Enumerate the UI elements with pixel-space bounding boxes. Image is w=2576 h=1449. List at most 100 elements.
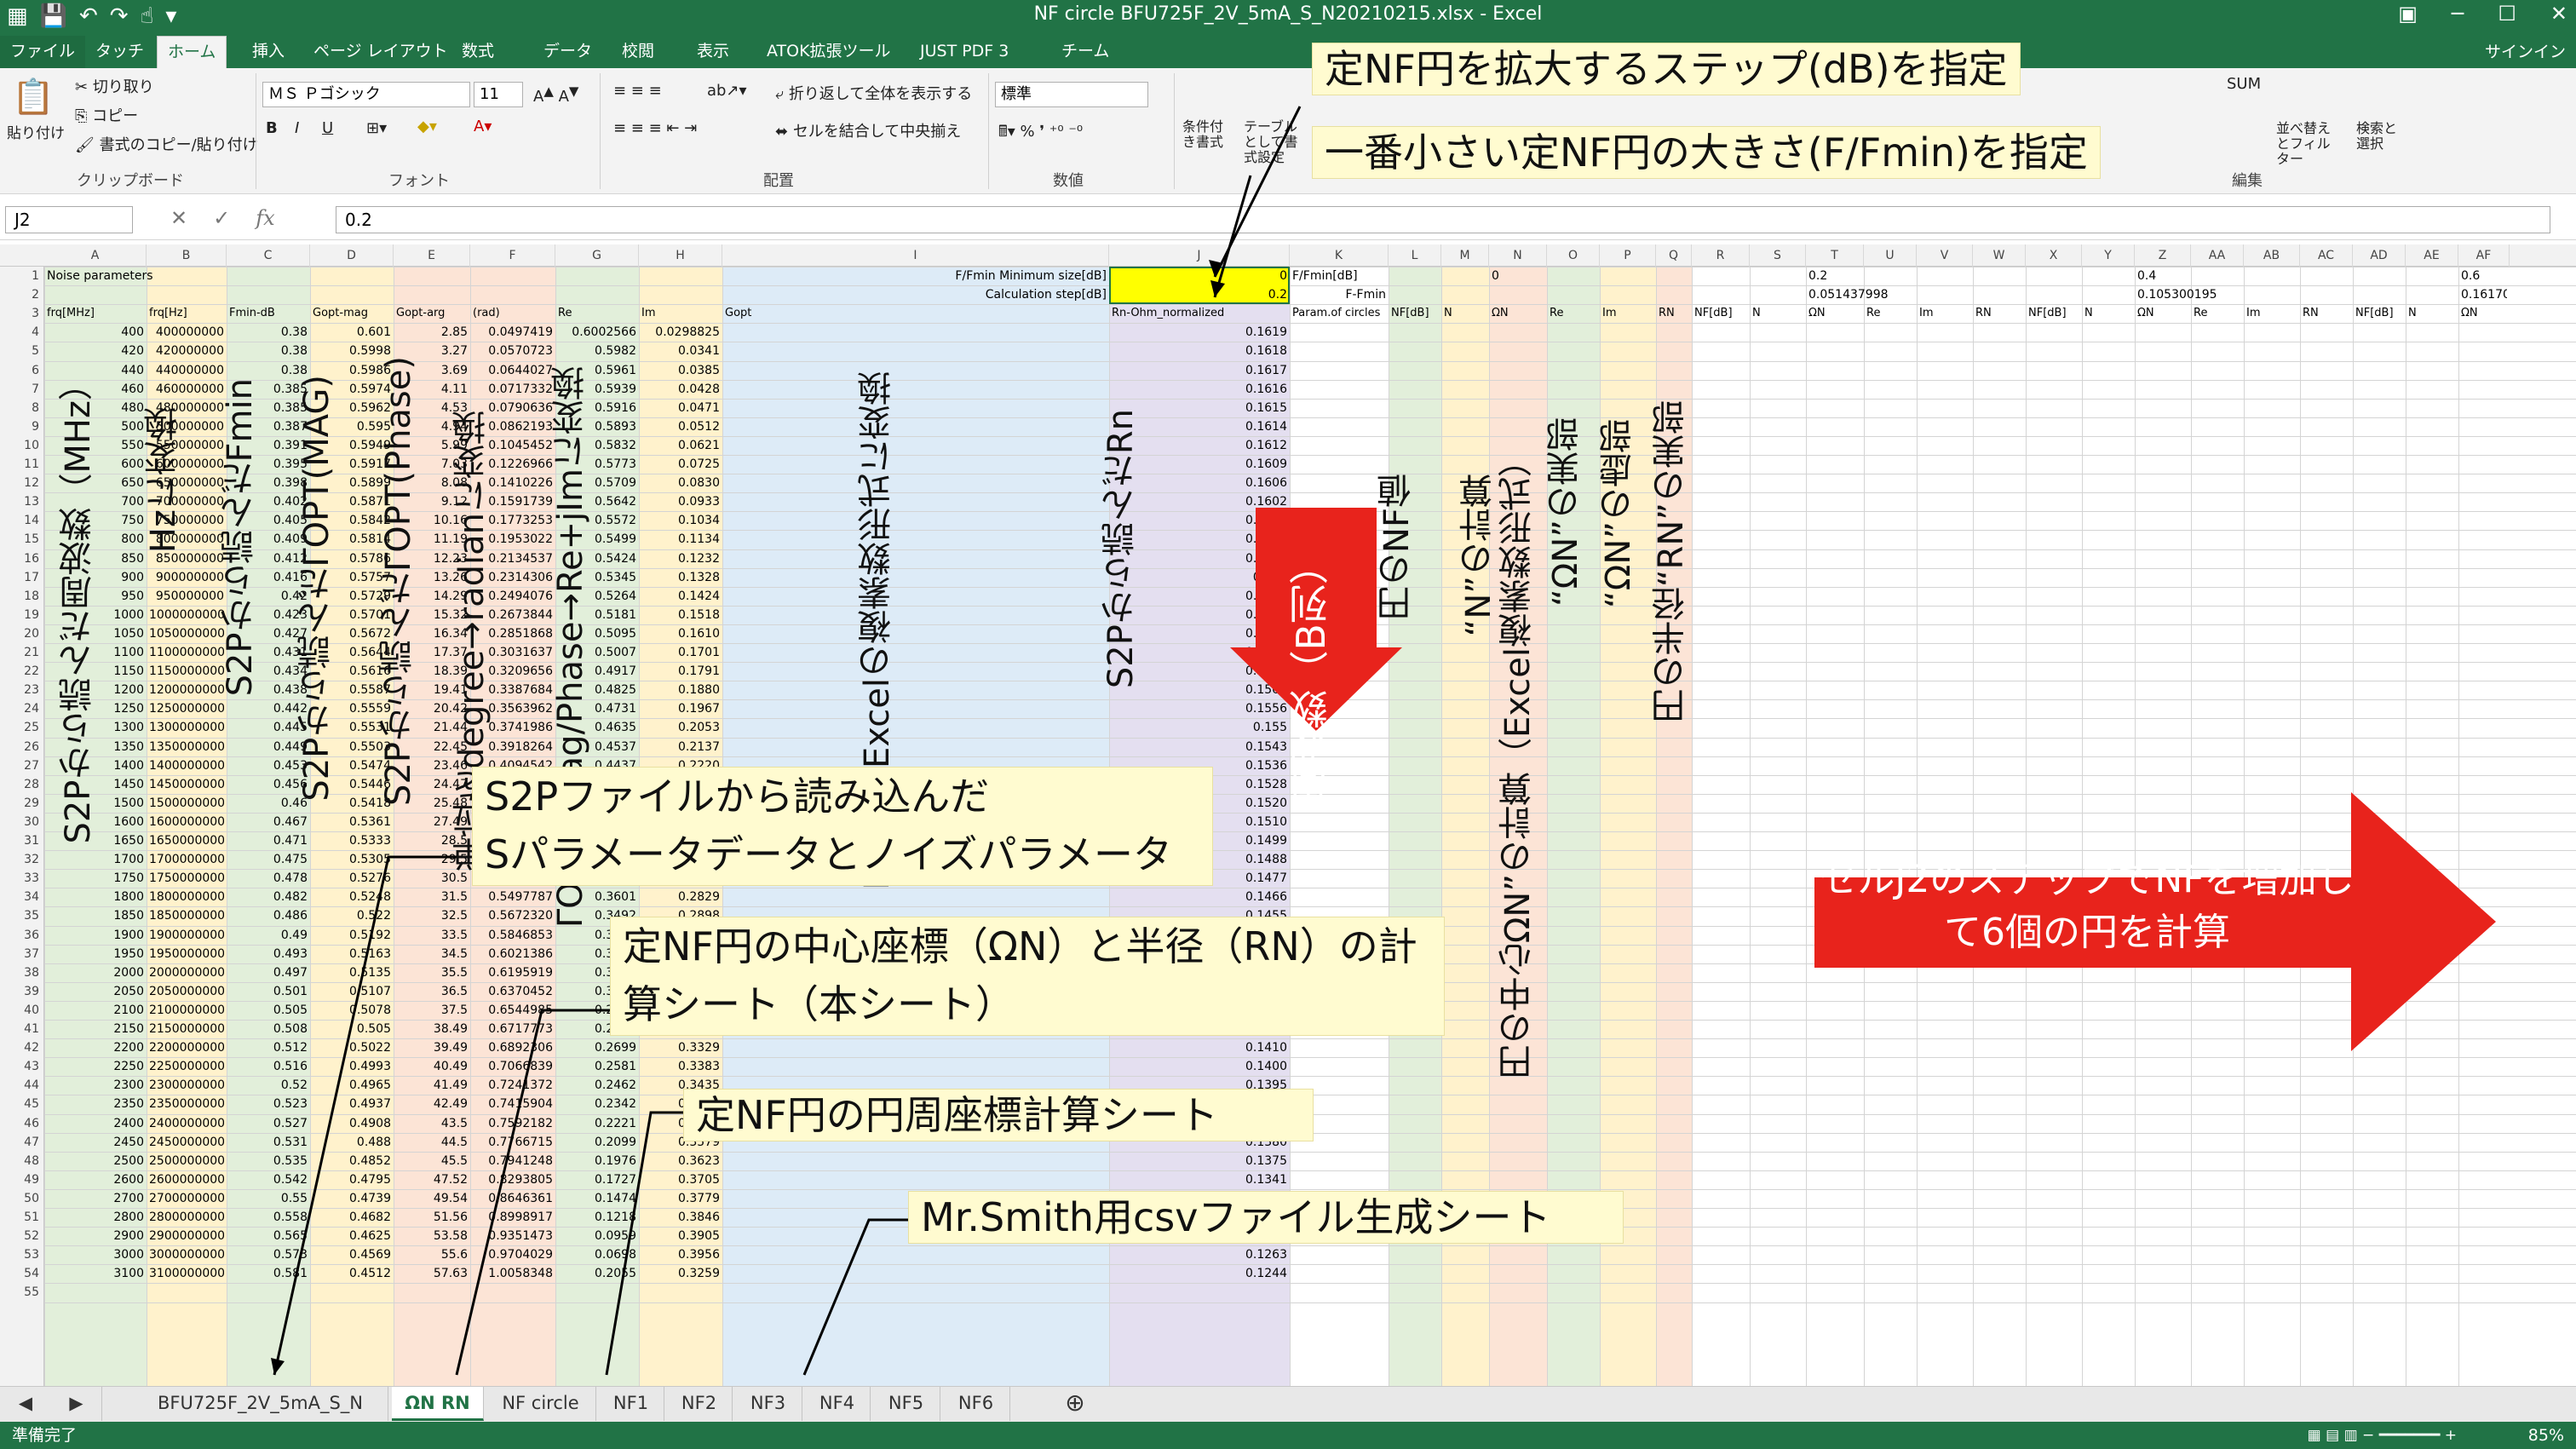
cell[interactable]: 0.523	[229, 1095, 308, 1113]
cell[interactable]: 2600	[47, 1170, 144, 1189]
cell[interactable]: 43.5	[396, 1114, 468, 1133]
cell[interactable]: 0.6	[2461, 267, 2507, 285]
cell[interactable]: 2400	[47, 1114, 144, 1133]
cell[interactable]: 0.1618	[1112, 342, 1287, 360]
cell[interactable]: Im	[1919, 304, 1970, 323]
cell[interactable]: 1700	[47, 850, 144, 869]
column-header[interactable]: A	[44, 244, 147, 267]
cell[interactable]: 0.6195919	[473, 963, 553, 982]
cell[interactable]: 2900	[47, 1227, 144, 1245]
cell[interactable]: 0.4	[2137, 267, 2175, 285]
italic-button[interactable]: I	[295, 119, 299, 137]
row-header[interactable]: 16	[0, 549, 44, 568]
cell[interactable]: 2000	[47, 963, 144, 982]
cell[interactable]: 2400000000	[149, 1114, 224, 1133]
cell[interactable]: 0.5672320	[473, 906, 553, 925]
maximize-button[interactable]: ☐	[2498, 2, 2516, 26]
cell[interactable]: 0.3779	[641, 1189, 720, 1208]
cell[interactable]: 0.0428	[641, 380, 720, 399]
cell[interactable]: RN	[1659, 304, 1689, 323]
cell[interactable]: 0.445	[229, 718, 308, 737]
cell[interactable]: 0.1341	[1112, 1170, 1287, 1189]
cell[interactable]: 0.535	[229, 1152, 308, 1170]
sheet-tab[interactable]: NF5	[872, 1387, 940, 1421]
view-icons[interactable]: ▦ ▤ ▥ − ━━━━━━━ +	[2308, 1422, 2457, 1449]
cell[interactable]: 0.475	[229, 850, 308, 869]
column-header[interactable]: N	[1489, 244, 1547, 267]
cell[interactable]: NF[dB]	[1391, 304, 1439, 323]
cell[interactable]: 420	[47, 342, 144, 360]
cell[interactable]: 47.52	[396, 1170, 468, 1189]
row-header[interactable]: 49	[0, 1170, 44, 1189]
row-header[interactable]: 52	[0, 1227, 44, 1245]
row-header[interactable]: 11	[0, 455, 44, 474]
number-format-combo[interactable]: 標準	[995, 82, 1148, 107]
cell[interactable]: 440000000	[149, 361, 224, 380]
cell[interactable]: 0.4512	[313, 1264, 391, 1283]
cell[interactable]: 2100	[47, 1001, 144, 1020]
cell[interactable]: F/Fmin Minimum size[dB]	[725, 267, 1107, 285]
cell[interactable]: 0.1410	[1112, 1038, 1287, 1057]
sheet-nav-right-icon[interactable]: ▶	[51, 1387, 102, 1421]
cell[interactable]: 0.9351473	[473, 1227, 553, 1245]
cell[interactable]: Param.of circles	[1292, 304, 1386, 323]
row-header[interactable]: 1	[0, 267, 44, 285]
cell[interactable]: 0.1474	[558, 1189, 636, 1208]
column-header[interactable]: R	[1692, 244, 1750, 267]
column-header[interactable]: V	[1917, 244, 1973, 267]
column-header[interactable]: AA	[2191, 244, 2244, 267]
cell[interactable]: 37.5	[396, 1001, 468, 1020]
cell[interactable]: 1200000000	[149, 681, 224, 699]
cell[interactable]: 0.1556	[1112, 699, 1287, 718]
cell[interactable]: 0.1218	[558, 1208, 636, 1227]
cell[interactable]: 1900000000	[149, 926, 224, 945]
row-header[interactable]: 38	[0, 963, 44, 982]
cell[interactable]: Re	[1866, 304, 1914, 323]
cell[interactable]: 0.0698	[558, 1245, 636, 1264]
cell[interactable]: 0.5846853	[473, 926, 553, 945]
cell[interactable]: 39.49	[396, 1038, 468, 1057]
column-header[interactable]: S	[1750, 244, 1806, 267]
cell[interactable]: 0.1232	[641, 549, 720, 568]
cell[interactable]: 0.493	[229, 945, 308, 963]
tab-3[interactable]: 挿入	[242, 36, 295, 68]
cell[interactable]: 2250	[47, 1057, 144, 1076]
sheet-tab[interactable]: NF6	[942, 1387, 1010, 1421]
merge-center-button[interactable]: ⬌ セルを結合して中央揃え	[775, 119, 961, 141]
row-header[interactable]: 51	[0, 1208, 44, 1227]
cell[interactable]: 0.0959	[558, 1227, 636, 1245]
cell[interactable]: 44.5	[396, 1133, 468, 1152]
row-header[interactable]: 39	[0, 982, 44, 1001]
column-header[interactable]: D	[310, 244, 394, 267]
cell[interactable]: 0.505	[313, 1020, 391, 1038]
cell[interactable]: 0.2053	[641, 718, 720, 737]
grow-font-icon[interactable]: A▲ A▼	[533, 83, 578, 106]
enter-icon[interactable]: ✓	[213, 206, 230, 230]
tab-6[interactable]: データ	[533, 36, 602, 68]
cell[interactable]: 1900	[47, 926, 144, 945]
align-top-icon[interactable]: ≡ ≡ ≡	[613, 82, 662, 100]
zoom-level[interactable]: 85%	[2528, 1422, 2564, 1449]
row-header[interactable]: 12	[0, 474, 44, 492]
cell[interactable]: 53.58	[396, 1227, 468, 1245]
cell[interactable]: 0.6002566	[558, 323, 636, 342]
cell[interactable]: 0.4795	[313, 1170, 391, 1189]
row-header[interactable]: 19	[0, 606, 44, 624]
cell[interactable]: 0.4908	[313, 1114, 391, 1133]
cell[interactable]: Fmin-dB	[229, 304, 308, 323]
accounting-icon[interactable]: 🖩▾ % ❜ ⁺⁰ ⁻⁰	[998, 121, 1083, 147]
cell[interactable]: 0.4965	[313, 1076, 391, 1095]
cell[interactable]: 0.8293805	[473, 1170, 553, 1189]
cell[interactable]: 2350000000	[149, 1095, 224, 1113]
column-header[interactable]: J	[1109, 244, 1290, 267]
row-header[interactable]: 22	[0, 662, 44, 681]
name-box[interactable]: J2	[5, 206, 133, 233]
cell[interactable]: 1350000000	[149, 738, 224, 756]
cell[interactable]: 0.3259	[641, 1264, 720, 1283]
cell[interactable]: Rn-Ohm_normalized	[1112, 304, 1287, 323]
cell[interactable]: 0.1610	[641, 624, 720, 643]
cell[interactable]: 0.516	[229, 1057, 308, 1076]
tab-9[interactable]: ATOK拡張ツール	[756, 36, 901, 68]
cell[interactable]: 0.3329	[641, 1038, 720, 1057]
cell[interactable]: 57.63	[396, 1264, 468, 1283]
